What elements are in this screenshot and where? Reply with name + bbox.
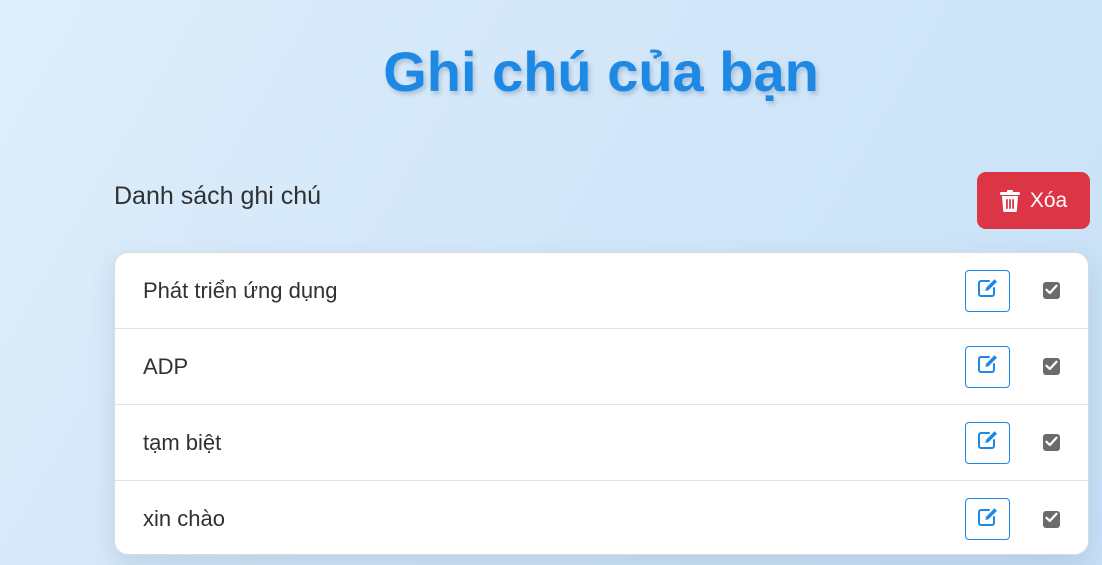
note-text: ADP <box>143 353 189 379</box>
list-item: ADP <box>115 329 1088 405</box>
edit-button[interactable] <box>965 269 1010 312</box>
list-item: tạm biệt <box>115 405 1088 481</box>
note-checkbox[interactable] <box>1043 282 1060 299</box>
note-checkbox[interactable] <box>1043 358 1060 375</box>
edit-button[interactable] <box>965 421 1010 464</box>
edit-icon <box>977 507 999 532</box>
delete-button[interactable]: Xóa <box>977 172 1090 229</box>
edit-icon <box>977 354 999 379</box>
note-checkbox[interactable] <box>1043 434 1060 451</box>
edit-button[interactable] <box>965 498 1010 540</box>
note-text: xin chào <box>143 506 225 531</box>
checkmark-icon <box>1045 282 1058 300</box>
edit-icon <box>977 430 999 455</box>
note-text: tạm biệt <box>143 429 222 455</box>
list-item: xin chào <box>115 481 1088 554</box>
notes-list: Phát triển ứng dụng ADP tạm biệt xin chà… <box>114 252 1089 555</box>
list-item: Phát triển ứng dụng <box>115 253 1088 329</box>
checkmark-icon <box>1045 434 1058 452</box>
checkmark-icon <box>1045 358 1058 376</box>
page-title: Ghi chú của bạn <box>383 40 819 103</box>
trash-icon <box>999 189 1020 212</box>
delete-button-label: Xóa <box>1029 188 1068 212</box>
edit-button[interactable] <box>965 345 1010 388</box>
note-checkbox[interactable] <box>1043 510 1060 528</box>
checkmark-icon <box>1045 510 1058 528</box>
edit-icon <box>977 278 999 303</box>
note-text: Phát triển ứng dụng <box>143 277 338 303</box>
list-heading: Danh sách ghi chú <box>114 182 322 210</box>
